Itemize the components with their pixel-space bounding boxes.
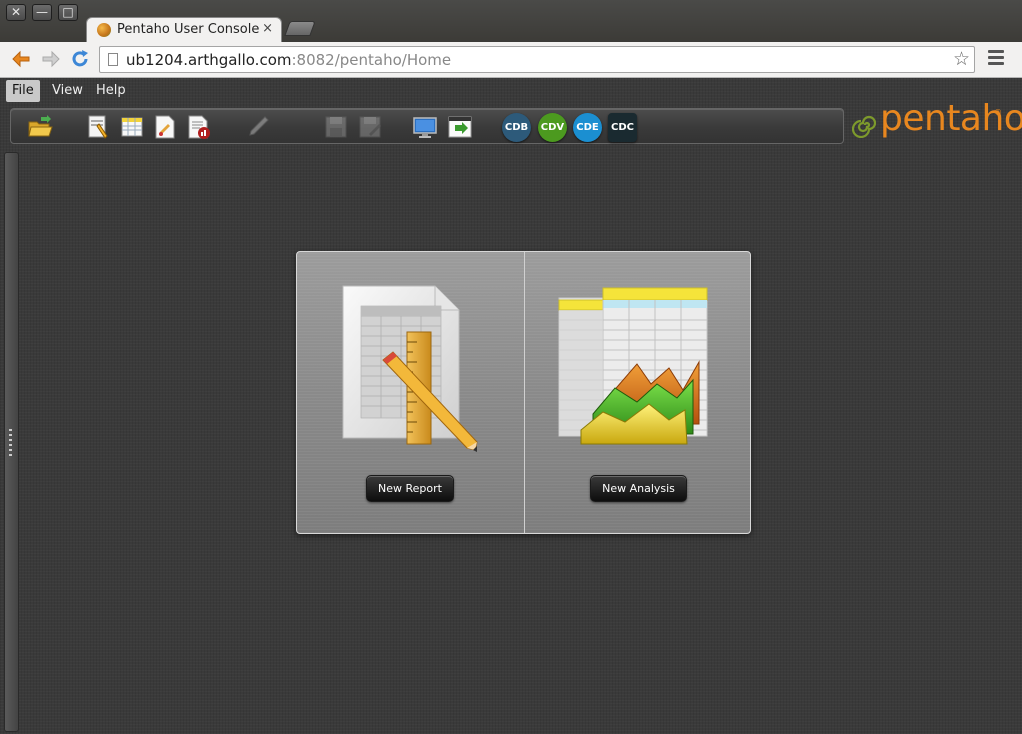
cde-badge[interactable]: CDE	[573, 113, 602, 142]
edit-pencil-icon[interactable]	[245, 114, 271, 140]
window-close-button[interactable]: ✕	[6, 4, 26, 21]
pentaho-favicon-icon	[97, 23, 111, 37]
menu-file[interactable]: File	[6, 80, 40, 102]
window-maximize-button[interactable]: □	[58, 4, 78, 21]
url-text: ub1204.arthgallo.com:8082/pentaho/Home	[126, 51, 452, 69]
new-analysis-button[interactable]: New Analysis	[590, 475, 687, 502]
window-titlebar: ✕ — □ Pentaho User Console ×	[0, 0, 1022, 43]
browser-navbar: ub1204.arthgallo.com:8082/pentaho/Home ☆	[0, 42, 1022, 78]
save-icon[interactable]	[323, 114, 349, 140]
cdv-badge[interactable]: CDV	[538, 113, 567, 142]
save-as-icon[interactable]	[357, 114, 383, 140]
page-icon	[108, 53, 118, 66]
browser-menu-icon[interactable]	[988, 50, 1004, 68]
tab-title: Pentaho User Console	[117, 22, 260, 37]
monitor-icon[interactable]	[412, 114, 438, 140]
menu-help[interactable]: Help	[90, 80, 132, 102]
address-bar[interactable]: ub1204.arthgallo.com:8082/pentaho/Home ☆	[99, 46, 975, 73]
new-tab-button[interactable]	[284, 21, 316, 36]
browser-icon[interactable]	[447, 114, 473, 140]
main-toolbar: CDB CDV CDE CDC	[10, 108, 844, 144]
pentaho-app: File View Help CDB CDV CDE CDC pentaho ®…	[0, 78, 1022, 734]
pdf-report-icon[interactable]	[186, 114, 212, 140]
reload-icon[interactable]	[69, 48, 91, 74]
pentaho-logo-text: pentaho	[880, 98, 1022, 139]
new-report-icon[interactable]	[85, 114, 111, 140]
new-analysis-illustration-icon[interactable]	[553, 284, 733, 460]
window-minimize-button[interactable]: —	[32, 4, 52, 21]
new-report-illustration-icon[interactable]	[325, 284, 505, 460]
left-panel-handle[interactable]	[4, 152, 19, 732]
back-arrow-icon[interactable]	[10, 48, 32, 74]
new-document-icon[interactable]	[152, 114, 178, 140]
launch-divider	[524, 252, 525, 533]
cdb-badge[interactable]: CDB	[502, 113, 531, 142]
pentaho-swirl-icon	[852, 115, 877, 138]
tab-close-icon[interactable]: ×	[262, 21, 273, 36]
bookmark-star-icon[interactable]: ☆	[953, 48, 970, 70]
menu-view[interactable]: View	[46, 80, 89, 102]
launch-panel: New Report New Analysis	[296, 251, 751, 534]
open-folder-icon[interactable]	[27, 114, 53, 140]
new-analysis-icon[interactable]	[119, 114, 145, 140]
browser-tab[interactable]: Pentaho User Console ×	[86, 17, 282, 43]
forward-arrow-icon[interactable]	[40, 48, 62, 74]
trademark-symbol: ®	[994, 108, 1002, 117]
new-report-button[interactable]: New Report	[366, 475, 454, 502]
cdc-badge[interactable]: CDC	[608, 113, 637, 142]
pentaho-logo: pentaho ®	[852, 98, 1022, 148]
